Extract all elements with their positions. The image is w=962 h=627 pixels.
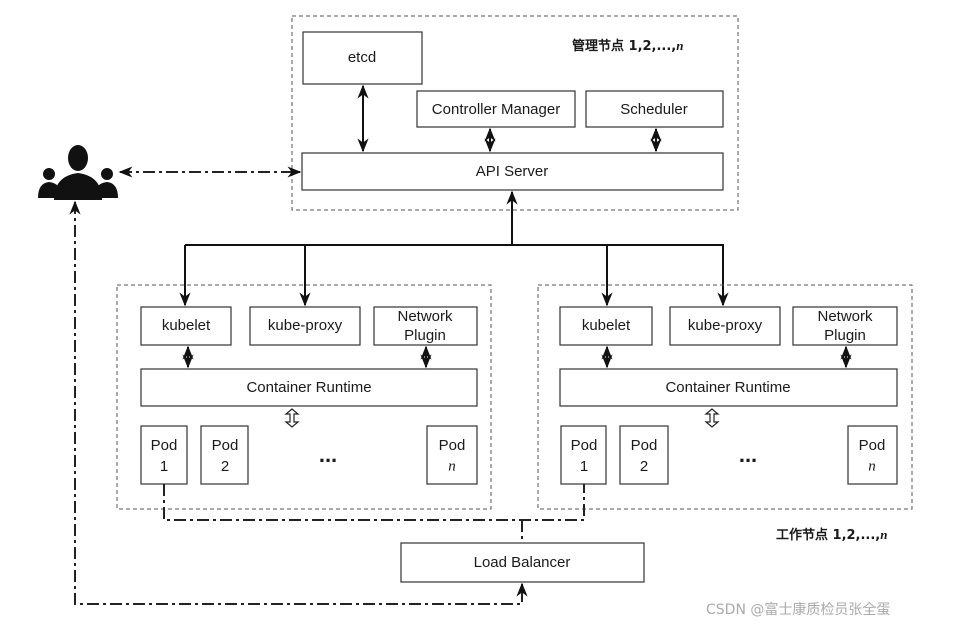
svg-text:Pod: Pod — [571, 437, 598, 454]
master-node-label: 管理节点 1,2,...,n — [572, 38, 683, 54]
svg-text:Pod: Pod — [439, 437, 466, 454]
svg-text:2: 2 — [640, 458, 648, 475]
kubelet-box: kubelet — [559, 306, 653, 346]
kube-proxy-box: kube-proxy — [669, 306, 781, 346]
svg-text:Container Runtime: Container Runtime — [665, 379, 790, 396]
svg-text:Pod: Pod — [631, 437, 658, 454]
svg-text:Pod: Pod — [212, 437, 239, 454]
worker-node-1: kubelet kube-proxy Network Plugin Contain… — [116, 284, 492, 510]
svg-text:API Server: API Server — [476, 163, 549, 180]
svg-text:n: n — [448, 458, 456, 474]
users-icon — [38, 145, 118, 200]
svg-text:1: 1 — [160, 458, 168, 475]
controller-manager-box: Controller Manager — [416, 90, 576, 128]
svg-text:...: ... — [739, 442, 757, 467]
svg-text:Container Runtime: Container Runtime — [246, 379, 371, 396]
pod-1: Pod 1 — [560, 425, 607, 485]
network-plugin-box: Network Plugin — [792, 306, 898, 346]
pod-1: Pod 1 — [140, 425, 188, 485]
svg-text:Network: Network — [397, 308, 453, 325]
pod-n: Pod n — [426, 425, 478, 485]
network-plugin-box: Network Plugin — [373, 306, 478, 346]
svg-text:Plugin: Plugin — [404, 327, 446, 344]
svg-text:kube-proxy: kube-proxy — [688, 317, 763, 334]
svg-text:Network: Network — [817, 308, 873, 325]
svg-text:Pod: Pod — [151, 437, 178, 454]
svg-text:Plugin: Plugin — [824, 327, 866, 344]
svg-text:...: ... — [319, 442, 337, 467]
pod-2: Pod 2 — [619, 425, 669, 485]
worker-node-2: kubelet kube-proxy Network Plugin Contain… — [537, 284, 913, 510]
watermark: CSDN @富士康质检员张全蛋 — [706, 601, 890, 618]
container-runtime-box: Container Runtime — [559, 368, 898, 407]
hollow-double-arrow-icon — [704, 408, 720, 428]
kubelet-box: kubelet — [140, 306, 232, 346]
container-runtime-box: Container Runtime — [140, 368, 478, 407]
svg-text:2: 2 — [221, 458, 229, 475]
svg-text:Controller Manager: Controller Manager — [432, 101, 560, 118]
svg-text:1: 1 — [580, 458, 588, 475]
svg-text:etcd: etcd — [348, 49, 376, 66]
pods-lb-link — [163, 484, 585, 521]
svg-text:Load Balancer: Load Balancer — [474, 554, 571, 571]
etcd-box: etcd — [302, 31, 423, 85]
api-server-box: API Server — [301, 152, 724, 191]
svg-text:kubelet: kubelet — [582, 317, 631, 334]
scheduler-box: Scheduler — [585, 90, 724, 128]
pod-2: Pod 2 — [200, 425, 249, 485]
load-balancer-box: Load Balancer — [400, 542, 645, 583]
svg-text:kube-proxy: kube-proxy — [268, 317, 343, 334]
worker-node-label: 工作节点 1,2,...,n — [776, 527, 887, 543]
kube-proxy-box: kube-proxy — [249, 306, 361, 346]
svg-text:n: n — [868, 458, 876, 474]
pod-n: Pod n — [847, 425, 898, 485]
svg-text:Scheduler: Scheduler — [620, 101, 688, 118]
svg-text:kubelet: kubelet — [162, 317, 211, 334]
hollow-double-arrow-icon — [284, 408, 300, 428]
kubernetes-architecture-diagram: 管理节点 1,2,...,n etcd Controller Manager S… — [38, 15, 913, 618]
svg-text:Pod: Pod — [859, 437, 886, 454]
